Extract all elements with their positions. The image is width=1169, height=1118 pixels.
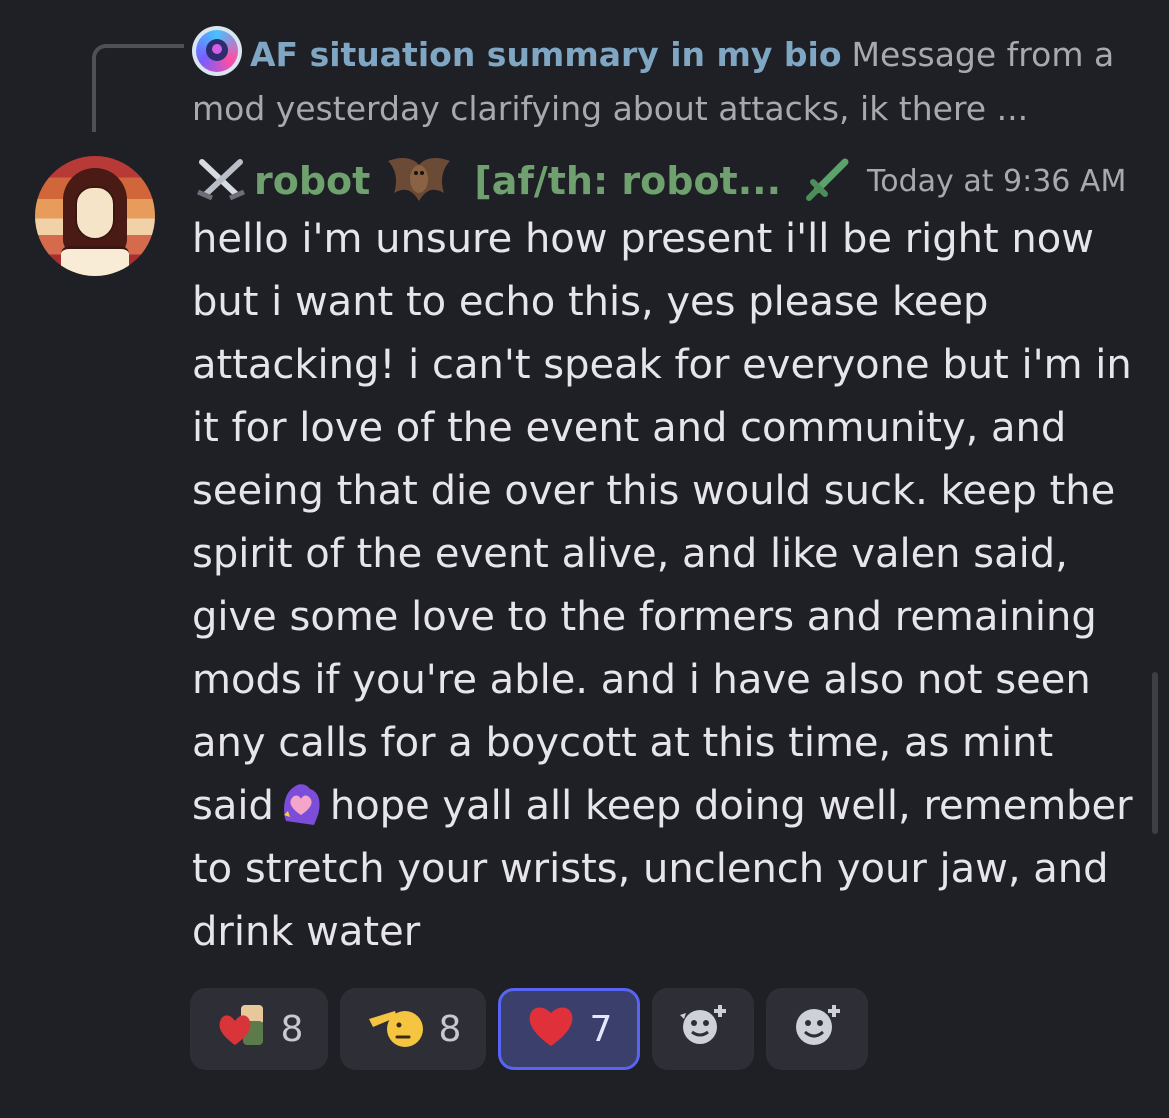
salute-emoji-icon — [365, 1001, 425, 1058]
reaction-hug-heart[interactable]: 8 — [190, 988, 328, 1070]
author-name[interactable]: robot — [254, 159, 370, 203]
add-reaction-button[interactable] — [766, 988, 868, 1070]
heart-hug-emoji — [278, 781, 324, 827]
message-text-part1: hello i'm unsure how present i'll be rig… — [192, 216, 1132, 829]
reaction-count: 7 — [589, 1008, 613, 1050]
message-text-part2: hope yall all keep doing well, remember … — [192, 783, 1133, 955]
author-avatar[interactable] — [35, 156, 155, 276]
crossed-swords-icon — [194, 156, 248, 206]
reactions-bar: 8 8 7 — [190, 988, 868, 1070]
add-super-reaction-icon — [676, 1001, 730, 1058]
reaction-count: 8 — [438, 1008, 462, 1050]
red-heart-emoji-icon — [526, 1002, 576, 1057]
reply-preview[interactable]: AF situation summary in my bio Message fr… — [192, 26, 1142, 136]
reply-author-name[interactable]: AF situation summary in my bio — [250, 35, 842, 74]
sword-role-icon — [805, 156, 851, 206]
add-super-reaction-button[interactable] — [652, 988, 754, 1070]
reaction-salute[interactable]: 8 — [340, 988, 486, 1070]
message-content: hello i'm unsure how present i'll be rig… — [192, 208, 1142, 964]
message-timestamp[interactable]: Today at 9:36 AM — [867, 164, 1126, 199]
scrollbar-thumb[interactable] — [1152, 672, 1158, 834]
reaction-red-heart[interactable]: 7 — [498, 988, 640, 1070]
bat-icon — [384, 151, 454, 211]
reply-author-avatar[interactable] — [192, 26, 242, 76]
reply-connector-line — [92, 44, 184, 132]
reaction-count: 8 — [280, 1008, 304, 1050]
hug-heart-emoji-icon — [215, 1001, 267, 1058]
role-tag[interactable]: [af/th: robot... — [474, 159, 781, 203]
add-reaction-icon — [790, 1001, 844, 1058]
message-header: robot [af/th: robot... Today at 9:36 AM — [194, 152, 1126, 210]
